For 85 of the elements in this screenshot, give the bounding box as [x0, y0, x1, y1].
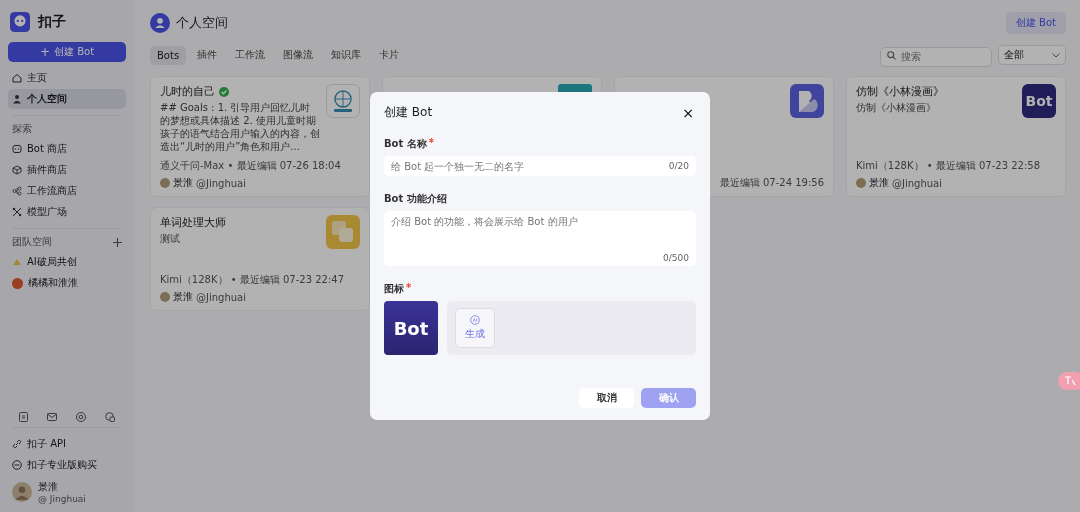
team-item[interactable]: 橘橘和淮淮 — [8, 273, 126, 293]
character-counter: 0/20 — [668, 161, 689, 171]
triangle-icon — [12, 257, 22, 267]
mail-icon[interactable] — [47, 413, 58, 421]
tab[interactable]: 插件 — [190, 44, 225, 66]
bot-title: 儿时的自己 — [160, 84, 215, 99]
author-name: 景淮 — [173, 290, 193, 304]
person-avatar-icon — [150, 13, 170, 33]
badge-icon — [12, 460, 22, 470]
cross-nodes-icon — [12, 207, 22, 217]
create-bot-button[interactable]: 创建 Bot — [1005, 12, 1066, 34]
required-mark: * — [428, 137, 434, 150]
user-avatar — [160, 178, 170, 188]
sidebar-link[interactable]: 扣子 API — [8, 434, 126, 454]
bot-description: 测试 — [160, 232, 181, 245]
user-handle: @ Jinghuai — [38, 494, 86, 504]
bot-meta: Kimi（128K） • 最近编辑 07-23 22:47 — [160, 273, 345, 287]
user-avatar[interactable] — [12, 482, 32, 502]
ai-icon — [470, 315, 480, 325]
bot-title: 仿制《小林漫画》 — [856, 84, 944, 99]
bot-title: 单词处理大师 — [160, 215, 226, 230]
globe-logo-icon — [326, 84, 360, 118]
page-title: 个人空间 — [176, 14, 228, 32]
target-icon[interactable] — [75, 412, 86, 422]
dialog-title: 创建 Bot — [384, 104, 433, 121]
bot-description: ## Goals : 1. 引导用户回忆儿时的梦想或具体描述 2. 使用儿童时期孩子的语气结合用户输入的内容，创造出“儿时的用户”角色和用户... — [160, 101, 320, 153]
team-item[interactable]: AI破局共创 — [8, 252, 126, 272]
author-handle: @Jinghuai — [196, 291, 246, 303]
user-avatar — [856, 178, 866, 188]
bot-meta: 最近编辑 07-24 19:56 — [719, 176, 824, 190]
bot-card[interactable]: 单词处理大师 测试 Kimi（128K） • 最近编辑 07-23 22:47 景淮 @Jinghuai — [150, 207, 370, 311]
tab[interactable]: 卡片 — [372, 44, 407, 66]
bot-avatar: Bot — [1022, 84, 1056, 118]
home-icon — [12, 73, 22, 83]
author-name: 景淮 — [173, 176, 193, 190]
bot-card[interactable]: 儿时的自己 ## Goals : 1. 引导用户回忆儿时的梦想或具体描述 2. 使用儿童时期孩子的语气结合用户输入的内容，创造出“儿时的用户”角色和用户... 通义千问-Max • 最近编辑 07-26 18:04 景淮 @Jinghuai — [150, 76, 370, 197]
field-label: 图标 — [384, 282, 404, 296]
generate-button[interactable]: 生成 — [455, 308, 495, 348]
nav-item[interactable]: 个人空间 — [8, 89, 126, 109]
bot-meta: 通义千问-Max • 最近编辑 07-26 18:04 — [160, 159, 342, 173]
search-field[interactable]: 搜索 — [880, 46, 992, 67]
bot-meta: Kimi（128K） • 最近编辑 07-23 22:58 — [856, 159, 1041, 173]
create-bot-button[interactable]: + 创建 Bot — [8, 42, 126, 62]
nav-item[interactable]: 插件商店 — [8, 160, 126, 180]
author-handle: @Jinghuai — [196, 177, 246, 189]
required-mark: * — [406, 282, 412, 295]
close-button[interactable]: × — [680, 105, 696, 120]
chevron-down-icon — [1052, 52, 1060, 58]
author-handle: @Jinghuai — [892, 177, 942, 189]
tab[interactable]: Bots — [150, 45, 187, 65]
character-counter: 0/500 — [663, 253, 689, 263]
sidebar-link[interactable]: 扣子专业版购买 — [8, 455, 126, 475]
cancel-button[interactable]: 取消 — [579, 388, 634, 408]
bot-card[interactable]: 仿制《小林漫画》 仿制《小林漫画》 Bot Kimi（128K） • 最近编辑 07-23 22:58 景淮 @Jinghuai — [846, 76, 1066, 197]
logo-icon — [10, 12, 30, 32]
search-icon — [887, 51, 896, 60]
team-avatar — [12, 277, 23, 289]
squares-icon — [326, 215, 360, 249]
nav-item[interactable]: 主页 — [8, 68, 126, 88]
workflow-icon — [12, 186, 22, 196]
tab[interactable]: 知识库 — [324, 44, 369, 66]
nav-item[interactable]: 工作流商店 — [8, 181, 126, 201]
person-icon — [12, 94, 22, 104]
section-title: 探索 — [11, 122, 33, 136]
bot-icon-preview: Bot — [384, 301, 438, 355]
user-name: 景淮 — [38, 480, 59, 494]
filter-dropdown[interactable]: 全部 — [998, 45, 1066, 65]
nav-item[interactable]: Bot 商店 — [8, 139, 126, 159]
user-avatar — [160, 292, 170, 302]
chat-icon[interactable] — [104, 412, 115, 422]
robot-icon — [12, 144, 22, 154]
link-icon — [12, 439, 22, 449]
nav-item[interactable]: 模型广场 — [8, 202, 126, 222]
bot-description: 仿制《小林漫画》 — [856, 101, 937, 114]
cube-icon — [12, 165, 22, 175]
field-label: Bot 功能介绍 — [384, 192, 447, 206]
field-label: Bot 名称 — [384, 137, 427, 151]
add-icon[interactable] — [113, 237, 122, 247]
brand-name: 扣子 — [38, 13, 66, 31]
tab[interactable]: 工作流 — [228, 44, 273, 66]
document-icon[interactable] — [19, 412, 29, 422]
section-title: 团队空间 — [11, 235, 52, 249]
tab[interactable]: 图像流 — [276, 44, 321, 66]
letter-logo-icon — [790, 84, 824, 118]
author-name: 景淮 — [869, 176, 889, 190]
